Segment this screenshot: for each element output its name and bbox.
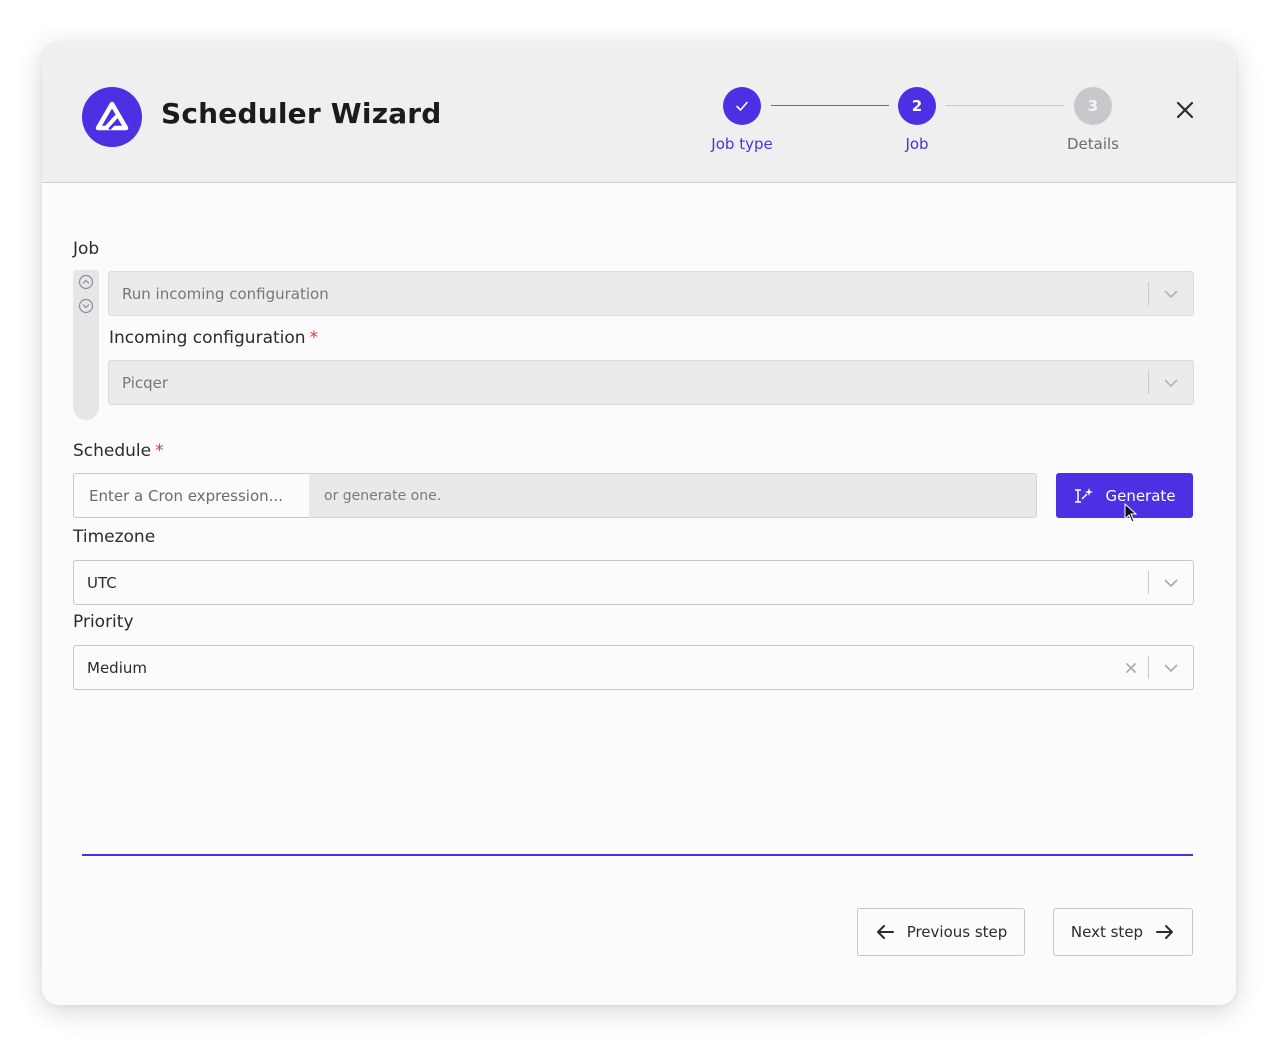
cron-generate-hint: or generate one.	[309, 473, 1037, 518]
chevron-down-icon[interactable]	[1149, 289, 1193, 299]
priority-value: Medium	[87, 658, 147, 677]
incoming-configuration-value: Picqer	[122, 373, 169, 392]
timezone-select[interactable]: UTC	[73, 560, 1194, 605]
incoming-configuration-label: Incoming configuration *	[109, 328, 318, 348]
required-mark: *	[309, 328, 319, 348]
schedule-label: Schedule *	[73, 441, 164, 461]
previous-step-button[interactable]: Previous step	[857, 908, 1025, 956]
app-logo-icon	[82, 87, 142, 147]
check-icon	[723, 87, 761, 125]
next-step-label: Next step	[1070, 923, 1144, 941]
close-icon	[1176, 101, 1194, 119]
schedule-label-text: Schedule	[73, 441, 152, 461]
scheduler-wizard-modal: Scheduler Wizard Job type 2 Job 3 Detail…	[42, 42, 1236, 1005]
mouse-pointer-icon	[1124, 502, 1138, 527]
move-down-icon[interactable]	[78, 298, 94, 314]
wizard-header: Scheduler Wizard Job type 2 Job 3 Detail…	[42, 42, 1236, 183]
generate-button-label: Generate	[1105, 486, 1176, 505]
step-details[interactable]: 3 Details	[1033, 87, 1153, 153]
job-label: Job	[73, 239, 100, 259]
move-up-icon[interactable]	[78, 274, 94, 290]
chevron-down-icon[interactable]	[1149, 663, 1193, 673]
job-select-value: Run incoming configuration	[122, 284, 329, 303]
priority-select[interactable]: Medium	[73, 645, 1194, 690]
timezone-label: Timezone	[73, 527, 156, 547]
timezone-value: UTC	[87, 573, 117, 592]
step-number: 2	[898, 87, 936, 125]
arrow-left-icon	[876, 925, 894, 939]
step-label: Job type	[711, 135, 773, 153]
previous-step-label: Previous step	[906, 923, 1008, 941]
priority-label: Priority	[73, 612, 134, 632]
incoming-configuration-select[interactable]: Picqer	[108, 360, 1194, 405]
incoming-configuration-label-text: Incoming configuration	[109, 328, 306, 348]
step-job[interactable]: 2 Job	[857, 87, 977, 153]
cron-expression-input[interactable]: Enter a Cron expression...	[73, 473, 310, 518]
step-label: Job	[905, 135, 929, 153]
chevron-down-icon[interactable]	[1149, 378, 1193, 388]
wizard-title: Scheduler Wizard	[161, 97, 442, 130]
arrow-right-icon	[1156, 925, 1174, 939]
step-job-type[interactable]: Job type	[682, 87, 802, 153]
job-select[interactable]: Run incoming configuration	[108, 271, 1194, 316]
next-step-button[interactable]: Next step	[1053, 908, 1193, 956]
footer-divider	[82, 854, 1193, 856]
step-label: Details	[1066, 135, 1119, 153]
clear-icon[interactable]	[1114, 662, 1148, 674]
required-mark: *	[155, 441, 164, 461]
ai-generate-icon	[1075, 487, 1094, 503]
reorder-handle	[73, 270, 99, 420]
chevron-down-icon[interactable]	[1149, 578, 1193, 588]
close-button[interactable]	[1170, 95, 1200, 125]
step-number: 3	[1074, 87, 1112, 125]
